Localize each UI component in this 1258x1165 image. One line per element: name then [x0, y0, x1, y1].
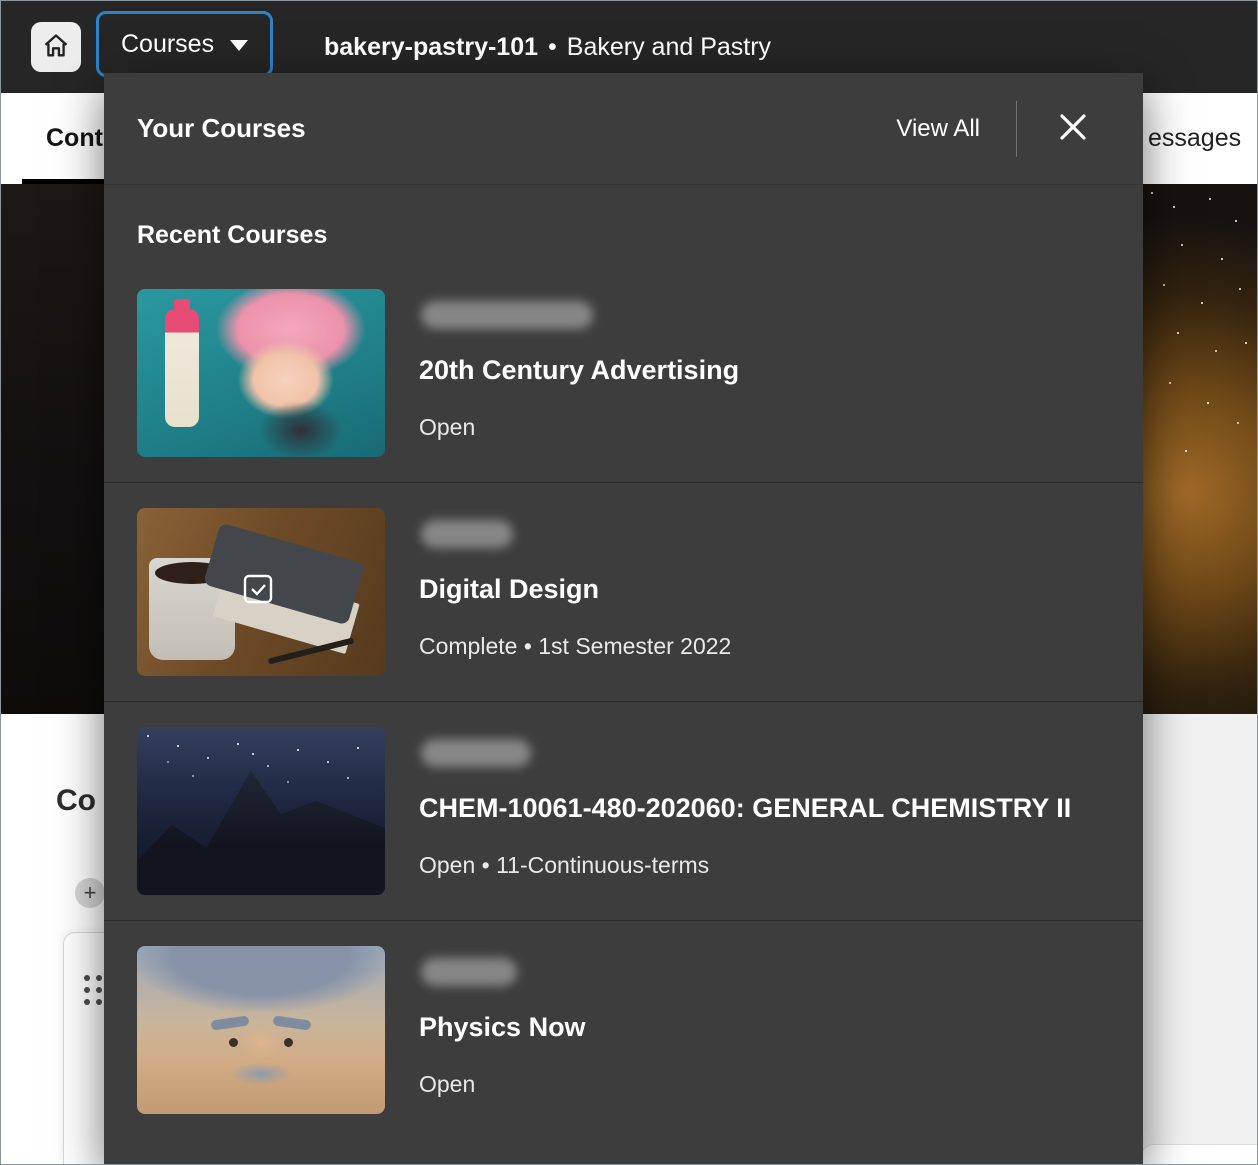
course-info: CHEM-10061-480-202060: GENERAL CHEMISTRY…: [419, 727, 1071, 895]
breadcrumb-separator: •: [548, 33, 557, 62]
course-status: Open • 11-Continuous-terms: [419, 852, 1071, 879]
right-background-strip: [1141, 714, 1257, 1164]
view-all-link[interactable]: View All: [896, 115, 980, 143]
breadcrumb-course-name: Bakery and Pastry: [567, 33, 771, 62]
screen: Courses bakery-pastry-101 • Bakery and P…: [0, 0, 1258, 1165]
right-card-edge: [1141, 1144, 1257, 1164]
course-info: Physics Now Open: [419, 946, 586, 1114]
course-type-icon: [241, 572, 275, 606]
course-title: 20th Century Advertising: [419, 355, 739, 386]
eyebrow-illustration: [210, 1015, 249, 1030]
course-info: Digital Design Complete • 1st Semester 2…: [419, 508, 731, 676]
course-card-chemistry[interactable]: CHEM-10061-480-202060: GENERAL CHEMISTRY…: [104, 701, 1143, 920]
blurred-course-id: [421, 520, 513, 548]
blurred-course-id: [421, 739, 531, 767]
eye-illustration: [284, 1038, 293, 1047]
tab-messages-label: essages: [1148, 124, 1241, 153]
breadcrumb-course-id: bakery-pastry-101: [324, 33, 538, 62]
course-thumbnail: [137, 946, 385, 1114]
blurred-course-id: [421, 301, 593, 329]
course-card-digital-design[interactable]: Digital Design Complete • 1st Semester 2…: [104, 482, 1143, 701]
recent-courses-list: 20th Century Advertising Open: [104, 264, 1143, 1139]
courses-panel-header: Your Courses View All: [104, 73, 1143, 185]
course-thumbnail: [137, 289, 385, 457]
drag-handle-icon[interactable]: [84, 975, 104, 1005]
tab-content-label: Cont: [46, 124, 103, 153]
course-card-advertising[interactable]: 20th Century Advertising Open: [104, 264, 1143, 482]
course-banner-image: [1141, 184, 1257, 714]
panel-title: Your Courses: [137, 113, 306, 144]
pen-illustration: [268, 637, 355, 664]
course-card-physics[interactable]: Physics Now Open: [104, 920, 1143, 1139]
close-panel-button[interactable]: [1053, 109, 1093, 149]
courses-dropdown-panel: Your Courses View All Recent Courses: [104, 73, 1143, 1164]
stars-decoration: [147, 735, 149, 737]
chevron-down-icon: [230, 40, 248, 51]
course-title: Physics Now: [419, 1012, 586, 1043]
content-section-heading-partial: Co: [56, 784, 96, 818]
tab-messages[interactable]: essages: [1148, 93, 1241, 184]
course-thumbnail: [137, 727, 385, 895]
tab-content[interactable]: Cont: [46, 93, 103, 184]
blurred-course-id: [421, 958, 517, 986]
sugar-specks-decoration: [1151, 192, 1153, 194]
course-status: Open: [419, 414, 739, 441]
close-icon: [1056, 110, 1090, 147]
course-title: CHEM-10061-480-202060: GENERAL CHEMISTRY…: [419, 793, 1071, 824]
add-content-button[interactable]: +: [75, 878, 105, 908]
course-thumbnail: [137, 508, 385, 676]
eyebrow-illustration: [272, 1015, 311, 1030]
course-status: Open: [419, 1071, 586, 1098]
plus-icon: +: [84, 880, 97, 905]
home-button[interactable]: [31, 22, 81, 72]
bottle-illustration: [165, 309, 199, 427]
eye-illustration: [229, 1038, 238, 1047]
home-icon: [42, 32, 70, 63]
courses-menu-label: Courses: [121, 30, 214, 59]
mountain-illustration: [137, 727, 385, 895]
course-status: Complete • 1st Semester 2022: [419, 633, 731, 660]
course-info: 20th Century Advertising Open: [419, 289, 739, 457]
recent-courses-heading: Recent Courses: [137, 221, 1143, 250]
course-title: Digital Design: [419, 574, 731, 605]
courses-menu-button[interactable]: Courses: [96, 11, 273, 77]
header-divider: [1016, 101, 1017, 157]
